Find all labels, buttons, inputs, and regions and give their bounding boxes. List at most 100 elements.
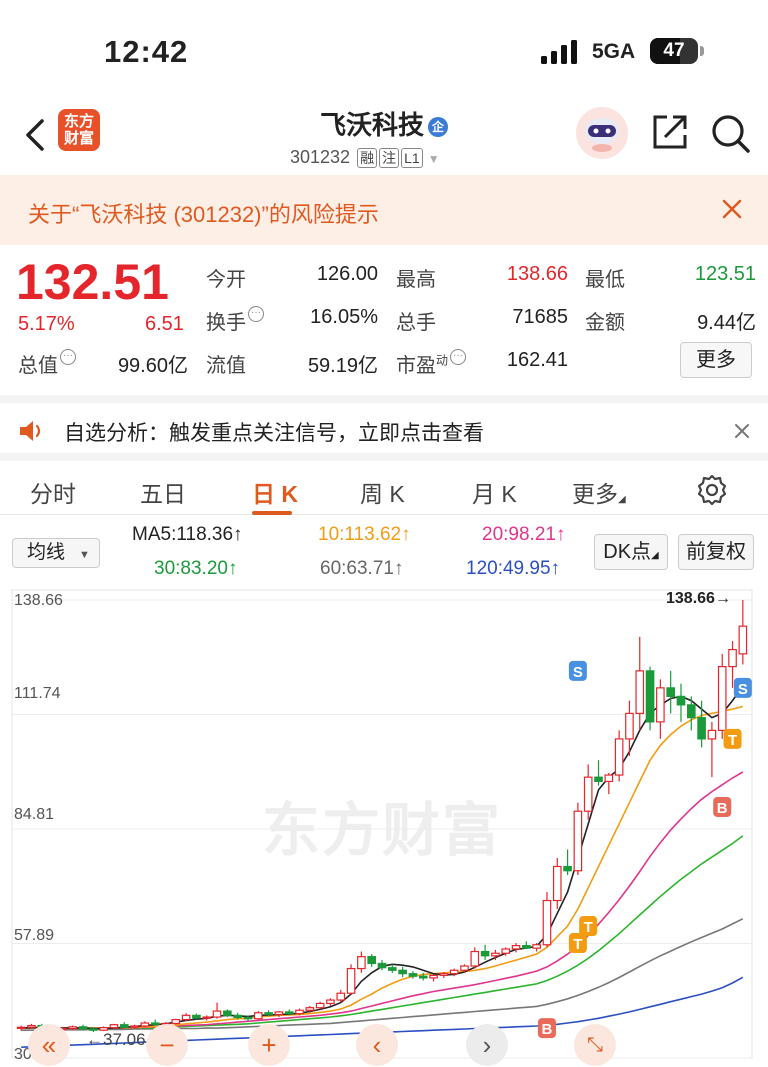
y-label-4: 57.89: [14, 927, 55, 944]
turnover-label: 换手 ···: [206, 306, 264, 335]
candle-body-5: [68, 1026, 78, 1030]
analysis-alert[interactable]: 自选分析：触发重点关注信号，立即点击查看: [0, 395, 768, 451]
candle-body-48: [511, 944, 521, 950]
kline-chart[interactable]: 东方财富 SSTTTBB 138.66 111.74 84.81 57.89 3…: [0, 588, 768, 1067]
share-icon[interactable]: [651, 113, 689, 151]
tab-monthly-k[interactable]: 月 K: [472, 475, 517, 509]
candle-body-24: [264, 1012, 273, 1016]
prev-button[interactable]: ‹: [356, 1024, 398, 1066]
candle-body-19: [212, 1010, 222, 1018]
candle-body-33: [357, 956, 366, 970]
change-percent: 5.17%: [18, 313, 75, 335]
candle-body-21: [233, 1014, 242, 1019]
candle-body-28: [305, 1007, 315, 1011]
chevron-down-icon: ▼: [427, 152, 440, 166]
more-button[interactable]: 更多: [680, 342, 752, 378]
candle-body-22: [243, 1016, 253, 1020]
signal-label-2: T: [584, 919, 593, 936]
volume-label: 总手: [396, 312, 436, 334]
stock-code: 301232: [290, 147, 351, 167]
dk-point-button[interactable]: DK点◢: [594, 534, 668, 570]
candle-body-45: [480, 950, 490, 957]
zoom-out-button[interactable]: −: [146, 1024, 188, 1066]
status-time: 12:42: [104, 34, 189, 69]
candle-body-46: [491, 952, 500, 957]
signal-label-1: S: [738, 681, 748, 698]
candle-body-15: [171, 1018, 181, 1025]
candle-body-26: [284, 1011, 294, 1015]
nav-bar: 东方 财富 飞沃科技企 301232 融注 L1 ▼: [0, 95, 768, 175]
info-icon[interactable]: ···: [248, 306, 264, 322]
info-icon[interactable]: ···: [60, 349, 76, 365]
tab-five-day[interactable]: 五日: [140, 475, 186, 509]
active-tab-indicator: [252, 511, 292, 515]
close-icon[interactable]: [732, 421, 752, 441]
candle-body-60: [635, 670, 645, 714]
candle-body-43: [460, 965, 469, 971]
zoom-in-button[interactable]: +: [248, 1024, 290, 1066]
assistant-avatar-icon[interactable]: [576, 107, 628, 159]
amount-value: 9.44亿: [697, 312, 756, 334]
candle-body-30: [326, 999, 335, 1005]
signal-label-5: B: [542, 1021, 553, 1038]
candle-body-16: [181, 1014, 191, 1021]
tab-daily-k[interactable]: 日 K: [252, 475, 298, 509]
y-label-1: 138.66: [14, 592, 63, 609]
candle-body-39: [418, 975, 428, 979]
float-cap-label: 流值: [206, 355, 246, 377]
candle-body-11: [130, 1025, 139, 1028]
stock-subline[interactable]: 301232 融注 L1 ▼: [290, 147, 440, 168]
low-label: 最低: [585, 269, 625, 291]
float-cap-value: 59.19亿: [307, 355, 378, 377]
tab-intraday[interactable]: 分时: [30, 475, 76, 509]
risk-banner[interactable]: 关于“飞沃科技 (301232)”的风险提示: [0, 175, 768, 245]
candle-body-29: [315, 1002, 325, 1009]
tab-more[interactable]: 更多◢: [572, 475, 626, 509]
stock-name: 飞沃科技: [319, 110, 424, 140]
battery-level: 47: [663, 40, 685, 61]
signal-icon: [541, 40, 577, 64]
enterprise-badge: 企: [428, 117, 448, 138]
candle-body-1: [27, 1024, 36, 1028]
min-price-marker: ←37.06: [86, 1030, 146, 1049]
candle-body-64: [676, 695, 686, 706]
max-price-marker: 138.66→: [666, 590, 731, 607]
candle-body-41: [439, 973, 449, 976]
kline-svg: SSTTTBB: [11, 589, 753, 1059]
candle-body-12: [140, 1022, 150, 1027]
adjust-button[interactable]: 前复权: [678, 534, 754, 570]
ma60-value: 60:63.71↑: [320, 558, 404, 579]
candle-body-6: [78, 1026, 88, 1030]
fullscreen-button[interactable]: ⤡: [574, 1024, 616, 1066]
info-icon[interactable]: ···: [450, 349, 467, 365]
indicator-select[interactable]: 均线 ▼: [12, 538, 100, 568]
close-icon[interactable]: [720, 197, 744, 221]
candle-body-47: [501, 948, 511, 954]
candle-body-63: [666, 687, 675, 697]
candle-body-35: [377, 962, 387, 969]
search-icon[interactable]: [710, 113, 752, 155]
candle-body-62: [656, 687, 665, 723]
candle-body-57: [604, 774, 614, 783]
turnover-value: 16.05%: [310, 306, 378, 328]
network-type: 5GA: [592, 40, 636, 63]
ma20-line: [21, 771, 744, 1029]
candle-body-67: [707, 729, 717, 740]
candle-body-37: [398, 969, 407, 975]
candle-body-13: [150, 1022, 160, 1025]
tab-weekly-k[interactable]: 周 K: [360, 475, 405, 509]
open-label: 今开: [206, 269, 246, 291]
next-button[interactable]: ›: [466, 1024, 508, 1066]
candle-body-49: [522, 944, 531, 949]
rewind-button[interactable]: «: [28, 1024, 70, 1066]
battery-icon: 47: [650, 38, 698, 64]
candle-body-31: [336, 992, 346, 1001]
candle-body-9: [109, 1024, 119, 1029]
market-cap-value: 99.60亿: [117, 355, 188, 377]
gear-icon[interactable]: [695, 473, 729, 507]
status-bar: 12:42 5GA 47: [0, 0, 768, 95]
candle-body-34: [367, 956, 377, 965]
candle-body-58: [614, 738, 624, 776]
pe-value: 162.41: [506, 349, 568, 371]
quote-panel: 132.51 5.17% 6.51 今开 126.00 最高 138.66 最低…: [0, 245, 768, 385]
